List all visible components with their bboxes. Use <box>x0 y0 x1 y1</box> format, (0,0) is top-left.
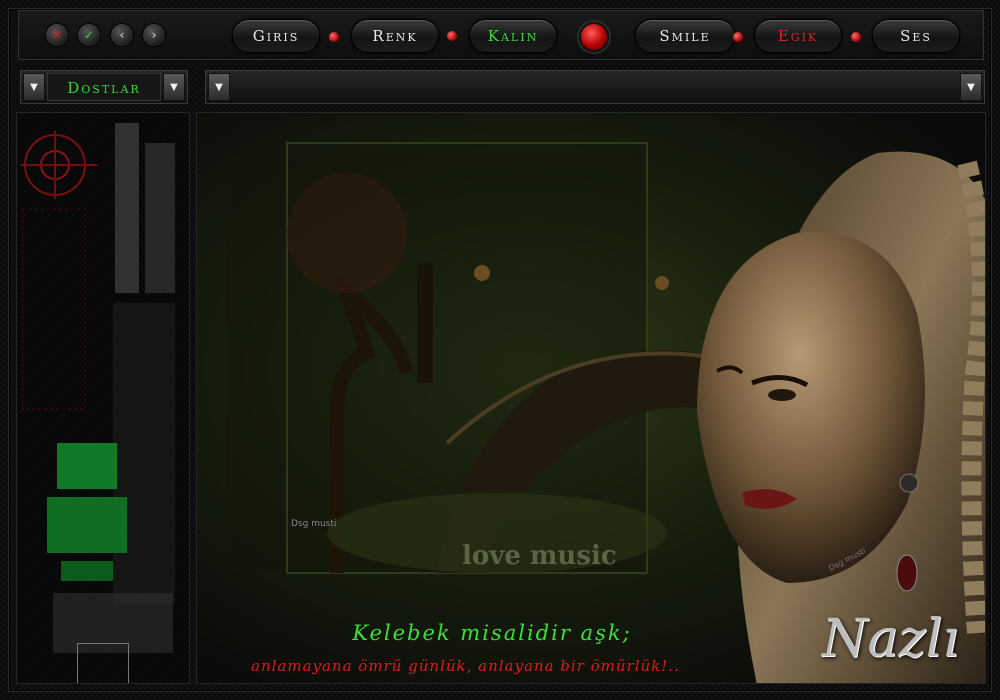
renk-button[interactable]: Renk <box>351 19 439 53</box>
separator-dot-icon <box>329 32 339 42</box>
separator-dot-icon <box>851 32 861 42</box>
egik-button[interactable]: Egik <box>754 19 842 53</box>
room-dropdown[interactable]: ▼ ▼ <box>205 70 985 104</box>
selection-frame <box>77 643 129 683</box>
love-music-watermark: love music <box>462 541 617 571</box>
signature: Nazlı <box>821 609 959 669</box>
dropdown-arrow-icon[interactable]: ▼ <box>960 73 982 101</box>
separator-dot-icon <box>447 31 457 41</box>
forward-button[interactable]: › <box>142 23 166 47</box>
background-artwork <box>227 142 985 683</box>
friends-dropdown-value[interactable]: Dostlar <box>47 73 161 101</box>
chevron-left-icon: ‹ <box>119 28 125 42</box>
kalin-button[interactable]: Kalın <box>469 19 557 53</box>
ses-button[interactable]: Ses <box>872 19 960 53</box>
dropdown-arrow-icon[interactable]: ▼ <box>163 73 185 101</box>
friends-dropdown[interactable]: ▼ Dostlar ▼ <box>20 70 188 104</box>
close-button[interactable]: ✕ <box>45 23 69 47</box>
toolbar: ✕ ✓ ‹ › Giris Renk Kalın Smile Egik Ses <box>18 10 984 60</box>
main-stage: Dsg musti love music Dsg musti Kelebek m… <box>196 112 986 684</box>
dropdown-arrow-icon[interactable]: ▼ <box>208 73 230 101</box>
confirm-button[interactable]: ✓ <box>77 23 101 47</box>
friends-list-panel <box>16 112 190 684</box>
dropdown-arrow-icon[interactable]: ▼ <box>23 73 45 101</box>
giris-button[interactable]: Giris <box>232 19 320 53</box>
close-icon: ✕ <box>51 28 63 42</box>
smile-button[interactable]: Smile <box>635 19 735 53</box>
separator-dot-icon <box>733 32 743 42</box>
red-orb-button[interactable] <box>579 22 609 52</box>
verse-line-1: Kelebek misalidir aşk; <box>352 621 632 645</box>
side-decoration <box>21 123 175 653</box>
check-icon: ✓ <box>83 28 95 42</box>
chevron-right-icon: › <box>151 28 157 42</box>
back-button[interactable]: ‹ <box>110 23 134 47</box>
watermark-left: Dsg musti <box>291 519 337 529</box>
